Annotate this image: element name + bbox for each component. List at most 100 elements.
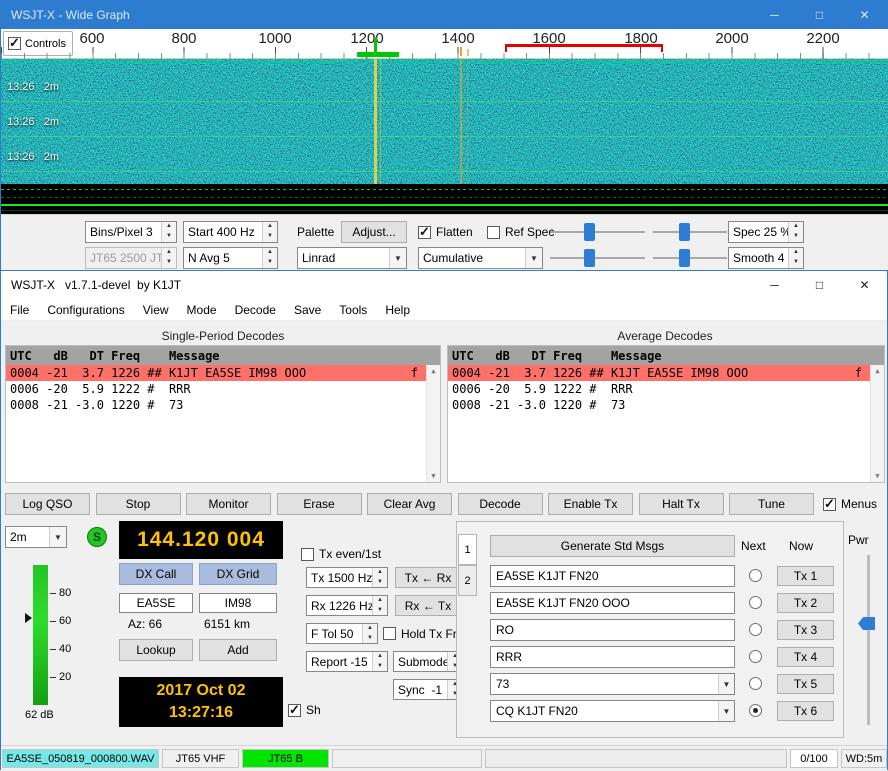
- dx-grid-button[interactable]: DX Grid: [199, 563, 277, 585]
- enable-tx-button[interactable]: Enable Tx: [548, 493, 633, 515]
- spin-arrows-icon[interactable]: ▲▼: [372, 596, 387, 615]
- slider-handle[interactable]: [584, 223, 595, 241]
- sh-checkbox[interactable]: Sh: [288, 699, 321, 721]
- spin-arrows-icon[interactable]: ▲▼: [161, 222, 176, 242]
- tx2-message-field[interactable]: EA5SE K1JT FN20 OOO: [490, 592, 735, 614]
- tx1-next-radio[interactable]: [749, 569, 762, 582]
- smooth-spin[interactable]: Smooth 4▲▼: [728, 247, 804, 269]
- spin-arrows-icon[interactable]: ▲▼: [788, 248, 803, 268]
- maximize-button[interactable]: □: [797, 1, 842, 29]
- tx6-message-combo[interactable]: CQ K1JT FN20▼: [490, 700, 735, 722]
- dx-call-button[interactable]: DX Call: [119, 563, 193, 585]
- chevron-down-icon[interactable]: ▼: [389, 248, 406, 268]
- log-qso-button[interactable]: Log QSO: [5, 493, 90, 515]
- chevron-down-icon[interactable]: ▼: [718, 701, 734, 721]
- slider-handle[interactable]: [584, 249, 595, 267]
- tab-1[interactable]: 1: [458, 534, 477, 565]
- tx2-next-radio[interactable]: [749, 596, 762, 609]
- spectrum-mode-combo[interactable]: Cumulative▼: [418, 247, 543, 269]
- decode-list[interactable]: 0004 -21 3.7 1226 ## K1JT EA5SE IM98 OOO…: [448, 365, 884, 482]
- menu-tools[interactable]: Tools: [330, 299, 376, 320]
- bins-pixel-spin[interactable]: Bins/Pixel 3▲▼: [85, 221, 177, 243]
- minimize-button[interactable]: ─: [752, 1, 797, 29]
- scroll-up-icon[interactable]: ▲: [875, 367, 879, 375]
- decode-row[interactable]: 0008 -21 -3.0 1220 # 73: [6, 397, 426, 413]
- submode-spin[interactable]: Submode B▲▼: [393, 651, 463, 672]
- menu-decode[interactable]: Decode: [226, 299, 285, 320]
- rx-from-tx-button[interactable]: Rx ← Tx: [395, 595, 461, 616]
- band-combo[interactable]: 2m▼: [5, 526, 67, 548]
- scrollbar[interactable]: ▲▼: [426, 365, 440, 482]
- spin-arrows-icon[interactable]: ▲▼: [262, 222, 277, 242]
- pwr-slider[interactable]: [867, 555, 870, 725]
- palette-combo[interactable]: Linrad▼: [297, 247, 407, 269]
- tune-button[interactable]: Tune: [729, 493, 814, 515]
- tx5-message-combo[interactable]: 73▼: [490, 673, 735, 695]
- pwr-slider-handle[interactable]: [858, 617, 875, 630]
- tx5-next-radio[interactable]: [749, 677, 762, 690]
- slider-handle[interactable]: [679, 223, 690, 241]
- spec-percent-spin[interactable]: Spec 25 %▲▼: [728, 221, 804, 243]
- waterfall-zero-slider[interactable]: [653, 221, 727, 243]
- scroll-up-icon[interactable]: ▲: [431, 367, 435, 375]
- spectrum-zero-slider[interactable]: [653, 247, 727, 269]
- f-tol-spin[interactable]: F Tol 50▲▼: [306, 623, 378, 644]
- dx-grid-field[interactable]: IM98: [199, 593, 277, 613]
- tx4-next-radio[interactable]: [749, 650, 762, 663]
- report-spin[interactable]: Report -15▲▼: [306, 651, 388, 672]
- minimize-button[interactable]: ─: [752, 271, 797, 299]
- decode-row[interactable]: 0006 -20 5.9 1222 # RRR: [6, 381, 426, 397]
- monitor-button[interactable]: Monitor: [186, 493, 271, 515]
- tx-freq-spin[interactable]: Tx 1500 Hz▲▼: [306, 567, 388, 588]
- tx4-message-field[interactable]: RRR: [490, 646, 735, 668]
- menu-save[interactable]: Save: [285, 299, 330, 320]
- flatten-checkbox[interactable]: Flatten: [418, 221, 473, 243]
- add-button[interactable]: Add: [199, 639, 277, 661]
- decode-list[interactable]: 0004 -21 3.7 1226 ## K1JT EA5SE IM98 OOO…: [6, 365, 440, 482]
- tx-from-rx-button[interactable]: Tx ← Rx: [395, 567, 461, 588]
- clear-avg-button[interactable]: Clear Avg: [367, 493, 452, 515]
- close-button[interactable]: ✕: [842, 1, 887, 29]
- spin-arrows-icon[interactable]: ▲▼: [372, 568, 387, 587]
- erase-button[interactable]: Erase: [277, 493, 362, 515]
- decode-button[interactable]: Decode: [458, 493, 543, 515]
- rx-freq-spin[interactable]: Rx 1226 Hz▲▼: [306, 595, 388, 616]
- spin-arrows-icon[interactable]: ▲▼: [372, 652, 387, 671]
- tx-even-checkbox[interactable]: Tx even/1st: [301, 543, 381, 565]
- n-avg-spin[interactable]: N Avg 5▲▼: [183, 247, 278, 269]
- tx6-now-button[interactable]: Tx 6: [777, 701, 834, 721]
- scroll-down-icon[interactable]: ▼: [431, 472, 435, 480]
- scroll-down-icon[interactable]: ▼: [875, 472, 879, 480]
- menus-checkbox[interactable]: Menus: [823, 493, 877, 515]
- chevron-down-icon[interactable]: ▼: [525, 248, 542, 268]
- dx-call-field[interactable]: EA5SE: [119, 593, 193, 613]
- spin-arrows-icon[interactable]: ▲▼: [362, 624, 377, 643]
- tx3-now-button[interactable]: Tx 3: [777, 620, 834, 640]
- slider-handle[interactable]: [679, 249, 690, 267]
- generate-std-msgs-button[interactable]: Generate Std Msgs: [490, 535, 735, 557]
- lookup-button[interactable]: Lookup: [119, 639, 193, 661]
- decode-row[interactable]: 0006 -20 5.9 1222 # RRR: [448, 381, 870, 397]
- spectrum-display[interactable]: [1, 184, 888, 214]
- decode-row[interactable]: 0004 -21 3.7 1226 ## K1JT EA5SE IM98 OOO…: [6, 365, 426, 381]
- adjust-button[interactable]: Adjust...: [341, 221, 407, 243]
- spin-arrows-icon[interactable]: ▲▼: [262, 248, 277, 268]
- menu-view[interactable]: View: [134, 299, 178, 320]
- chevron-down-icon[interactable]: ▼: [49, 527, 66, 547]
- tx3-next-radio[interactable]: [749, 623, 762, 636]
- spin-arrows-icon[interactable]: ▲▼: [788, 222, 803, 242]
- menu-configurations[interactable]: Configurations: [38, 299, 133, 320]
- tab-2[interactable]: 2: [458, 565, 477, 596]
- start-freq-spin[interactable]: Start 400 Hz▲▼: [183, 221, 278, 243]
- tx4-now-button[interactable]: Tx 4: [777, 647, 834, 667]
- sync-spin[interactable]: Sync -1▲▼: [393, 679, 463, 700]
- spectrum-gain-slider[interactable]: [550, 247, 645, 269]
- ref-spec-checkbox[interactable]: Ref Spec: [487, 221, 554, 243]
- waterfall-display[interactable]: 13:26 2m 13:26 2m 13:26 2m: [1, 59, 888, 184]
- maximize-button[interactable]: □: [797, 271, 842, 299]
- tx1-now-button[interactable]: Tx 1: [777, 566, 834, 586]
- tx1-message-field[interactable]: EA5SE K1JT FN20: [490, 565, 735, 587]
- menu-file[interactable]: File: [1, 299, 38, 320]
- decode-row[interactable]: 0004 -21 3.7 1226 ## K1JT EA5SE IM98 OOO…: [448, 365, 870, 381]
- decode-row[interactable]: 0008 -21 -3.0 1220 # 73: [448, 397, 870, 413]
